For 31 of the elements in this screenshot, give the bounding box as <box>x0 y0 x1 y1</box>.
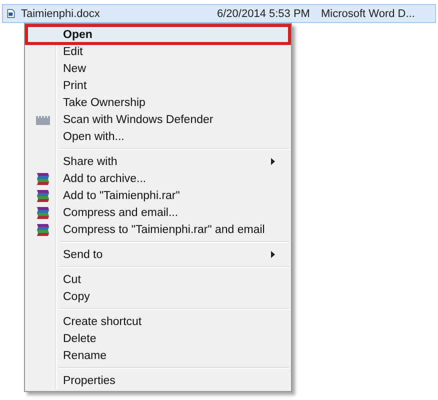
file-type: Microsoft Word D... <box>321 8 416 20</box>
menu-item[interactable]: Add to archive... <box>27 170 289 187</box>
menu-item[interactable]: New <box>27 60 289 77</box>
castle-icon <box>36 114 50 124</box>
menu-item[interactable]: Share with <box>27 153 289 170</box>
file-date: 6/20/2014 5:53 PM <box>217 8 311 20</box>
menu-item[interactable]: Delete <box>27 330 289 347</box>
menu-item[interactable]: Add to "Taimienphi.rar" <box>27 187 289 204</box>
submenu-arrow-icon <box>271 158 275 165</box>
menu-item[interactable]: Take Ownership <box>27 94 289 111</box>
file-name: Taimienphi.docx <box>21 8 101 20</box>
menu-item[interactable]: Properties <box>27 372 289 389</box>
menu-item[interactable]: Compress and email... <box>27 204 289 221</box>
menu-item[interactable]: Rename <box>27 347 289 364</box>
submenu-arrow-icon <box>271 251 275 258</box>
archive-books-icon <box>36 206 50 220</box>
document-icon <box>7 7 15 20</box>
menu-item[interactable]: Create shortcut <box>27 313 289 330</box>
menu-item[interactable]: Open <box>27 26 289 43</box>
file-row[interactable]: Taimienphi.docx 6/20/2014 5:53 PM Microsoft Word D... <box>2 4 436 23</box>
menu-item[interactable]: Copy <box>27 288 289 305</box>
menu-item[interactable]: Print <box>27 77 289 94</box>
menu-item[interactable]: Open with... <box>27 128 289 145</box>
menu-item[interactable]: Edit <box>27 43 289 60</box>
menu-item[interactable]: Scan with Windows Defender <box>27 111 289 128</box>
menu-item[interactable]: Compress to "Taimienphi.rar" and email <box>27 221 289 238</box>
menu-item[interactable]: Send to <box>27 246 289 263</box>
archive-books-icon <box>36 188 50 202</box>
menu-item[interactable]: Cut <box>27 271 289 288</box>
archive-books-icon <box>36 172 50 186</box>
archive-books-icon <box>36 222 50 236</box>
